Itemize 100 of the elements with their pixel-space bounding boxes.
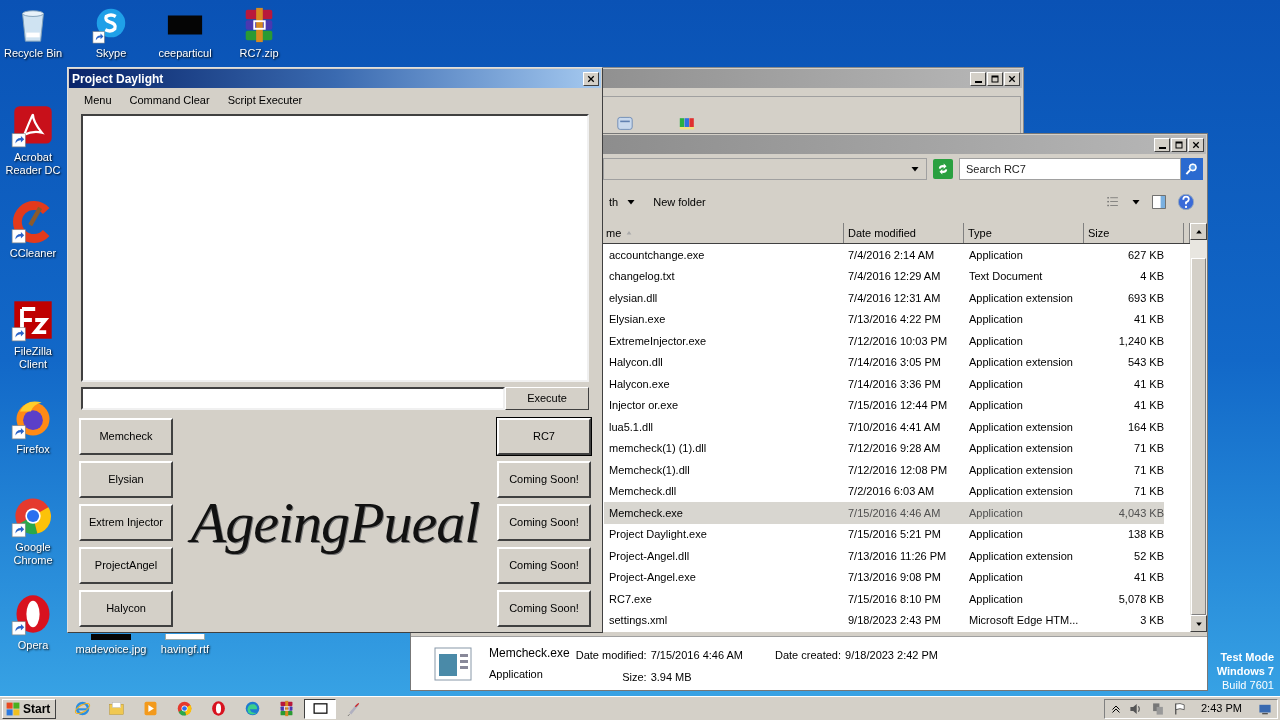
launcher-button[interactable]: Halycon [79,590,173,627]
dropdown-icon [1131,197,1141,207]
execute-button[interactable]: Execute [505,387,589,410]
date-cell-text: 7/4/2016 2:14 AM [847,247,936,263]
share-menu-button[interactable]: th [609,191,637,213]
maximize-button[interactable] [987,71,1003,86]
file-row[interactable]: ExtremeInjector.exe 7/12/2016 10:03 PM Application 1,240 KB [604,330,1164,352]
file-row[interactable]: Project-Angel.exe 7/13/2016 9:08 PM Application 41 KB [604,566,1164,588]
speaker-icon [1129,701,1143,716]
size-cell-text: 543 KB [1126,355,1164,370]
desktop-shortcut[interactable]: ceeparticul [148,6,222,60]
desktop-shortcut[interactable]: Google Chrome [0,494,66,567]
detail-value: 3.94 MB [650,669,693,685]
date-cell-text: 7/2/2016 6:03 AM [847,484,936,499]
size-cell-text: 52 KB [1133,548,1164,564]
launcher-button[interactable]: Memcheck [79,418,173,455]
view-list-icon [1105,195,1121,209]
file-name: Memcheck.exe [608,505,684,521]
detail-value: 9/18/2023 2:42 PM [845,648,938,663]
detail-label: Date created: [775,648,842,663]
date-cell-text: 7/12/2016 12:08 PM [847,462,949,478]
size-cell-text: 627 KB [1126,247,1164,263]
file-row[interactable]: changelog.txt 7/4/2016 12:29 AM Text Document 4 KB [604,265,1164,287]
launcher-button[interactable]: Coming Soon! [497,547,591,584]
desktop-shortcut[interactable]: Acrobat Reader DC [0,104,66,177]
file-row[interactable]: elysian.dll 7/4/2016 12:31 AM Application extension 693 KB [604,287,1164,309]
file-name: Injector or.exe [608,398,680,413]
file-name: memcheck(1) (1).dll [608,441,708,456]
menu-item[interactable]: Menu [84,91,112,109]
file-name: Project Daylight.exe [608,527,708,542]
minimize-button[interactable] [1154,137,1170,152]
date-cell-text: 7/15/2016 8:10 PM [847,591,942,607]
close-button[interactable] [1188,137,1204,152]
sort-icon [625,229,634,237]
launcher-button[interactable]: ProjectAngel [79,547,173,584]
type-cell-text: Microsoft Edge HTM... [968,613,1080,628]
column-header[interactable]: Size [1084,223,1184,243]
launcher-button[interactable]: Coming Soon! [497,461,591,498]
desktop-shortcut[interactable]: FileZilla Client [0,298,66,371]
date-cell-text: 7/13/2016 11:26 PM [847,548,948,564]
file-row[interactable]: Project-Angel.dll 7/13/2016 11:26 PM Application extension 52 KB [604,545,1164,567]
type-cell-text: Application extension [968,441,1074,456]
file-row[interactable]: Elysian.exe 7/13/2016 4:22 PM Application 41 KB [604,308,1164,330]
launcher-button[interactable]: Extrem Injector [79,504,173,541]
column-header[interactable]: Type [964,223,1084,243]
file-row[interactable]: memcheck(1) (1).dll 7/12/2016 9:28 AM Application extension 71 KB [604,437,1164,459]
date-cell-text: 7/4/2016 12:29 AM [847,269,942,284]
command-field[interactable] [81,387,505,410]
search-button[interactable] [1181,158,1203,180]
taskbar-button[interactable] [304,698,336,719]
date-cell-text: 7/13/2016 4:22 PM [847,312,942,327]
size-cell-text: 693 KB [1126,290,1164,306]
column-header[interactable]: me [604,223,844,243]
start-button[interactable]: Start [2,698,56,719]
file-row[interactable]: settings.xml 9/18/2023 2:43 PM Microsoft Edge HTM... 3 KB [604,609,1164,631]
launcher-button[interactable]: RC7 [497,418,591,455]
file-row[interactable]: Project Daylight.exe 7/15/2016 5:21 PM Application 138 KB [604,523,1164,545]
folder-icon [107,700,125,717]
date-cell-text: 7/14/2016 3:36 PM [847,376,942,392]
file-row[interactable]: accountchange.exe 7/4/2016 2:14 AM Application 627 KB [604,244,1164,266]
refresh-icon [936,162,950,176]
desktop-shortcut[interactable]: Recycle Bin [0,6,66,60]
file-row[interactable]: Halycon.exe 7/14/2016 3:36 PM Application 41 KB [604,373,1164,395]
scroll-down-button[interactable] [1190,615,1207,632]
file-row[interactable]: Memcheck.dll 7/2/2016 6:03 AM Application extension 71 KB [604,480,1164,502]
desktop-shortcut[interactable]: CCleaner [0,200,66,260]
launcher-button[interactable]: Coming Soon! [497,504,591,541]
launcher-button[interactable]: Coming Soon! [497,590,591,627]
column-header[interactable]: Date modified [844,223,964,243]
scroll-thumb[interactable] [1191,258,1206,615]
network-icon [1151,701,1165,716]
menu-item[interactable]: Script Executer [227,91,303,109]
search-field[interactable]: Search RC7 [959,158,1181,180]
desktop-shortcut[interactable]: Skype [74,6,148,60]
refresh-button[interactable] [933,159,953,179]
minimize-button[interactable] [970,71,986,86]
type-cell-text: Application [968,333,1024,349]
file-row[interactable]: RC7.exe 7/15/2016 8:10 PM Application 5,078 KB [604,588,1164,610]
type-cell-text: Application [968,398,1024,413]
file-row[interactable]: Memcheck.exe 7/15/2016 4:46 AM Application 4,043 KB [604,502,1164,524]
scroll-up-button[interactable] [1190,223,1207,240]
launcher-button[interactable]: Elysian [79,461,173,498]
file-row[interactable]: lua5.1.dll 7/10/2016 4:41 AM Application extension 164 KB [604,416,1164,438]
clock: 2:43 PM [1201,701,1242,717]
maximize-button[interactable] [1171,137,1187,152]
close-button[interactable] [583,71,599,86]
close-button[interactable] [1004,71,1020,86]
file-row[interactable]: Halycon.dll 7/14/2016 3:05 PM Application extension 543 KB [604,351,1164,373]
date-cell-text: 7/12/2016 9:28 AM [847,441,942,456]
file-row[interactable]: Memcheck(1).dll 7/12/2016 12:08 PM Application extension 71 KB [604,459,1164,481]
menu-item[interactable]: Command Clear [129,91,210,109]
size-cell-text: 4 KB [1139,269,1164,284]
scrollbar[interactable] [1190,223,1207,632]
type-cell-text: Application extension [968,290,1074,306]
desktop-shortcut[interactable]: Firefox [0,396,66,456]
new-folder-button[interactable]: New folder [653,191,706,213]
size-cell-text: 3 KB [1139,613,1164,628]
file-row[interactable]: Injector or.exe 7/15/2016 12:44 PM Application 41 KB [604,394,1164,416]
desktop-shortcut[interactable]: RC7.zip [222,6,296,60]
close-icon [1191,139,1201,150]
